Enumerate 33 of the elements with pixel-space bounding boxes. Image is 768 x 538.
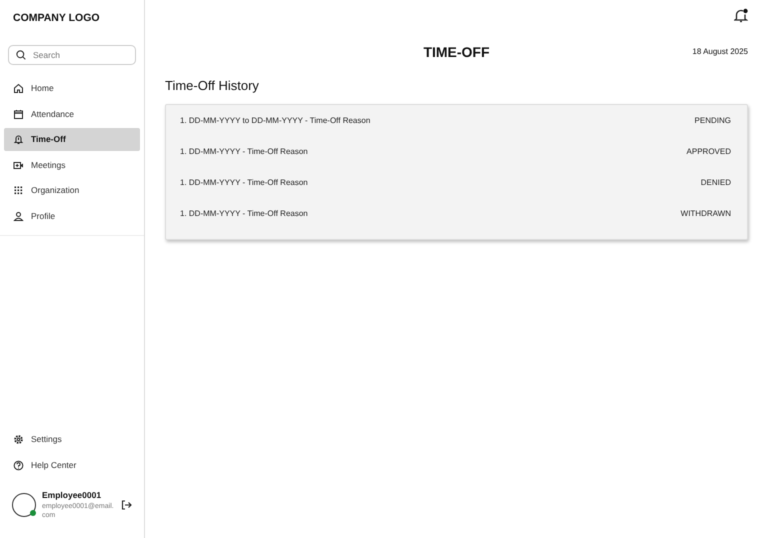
request-text: 1. DD-MM-YYYY - Time-Off Reason (180, 176, 308, 188)
grid-icon (13, 185, 24, 196)
status-label: WITHDRAWN (680, 208, 731, 220)
user-name: Employee0001 (42, 489, 102, 502)
video-camera-icon (13, 160, 24, 170)
date-label: 18 August 2025 (692, 46, 748, 58)
search-field[interactable]: Search (8, 45, 136, 65)
bell-icon (13, 134, 24, 145)
nav-item[interactable]: Attendance (4, 102, 140, 126)
request-text: 1. DD-MM-YYYY - Time-Off Reason (180, 208, 308, 220)
request-text: 1. DD-MM-YYYY to DD-MM-YYYY - Time-Off Reason (180, 114, 370, 126)
section-title: Time-Off History (165, 77, 260, 95)
nav-item[interactable]: Home (4, 77, 140, 100)
status-label: PENDING (694, 114, 731, 126)
company-logo: COMPANY LOGO (12, 11, 101, 26)
logout-icon[interactable] (121, 500, 132, 510)
calendar-icon (13, 108, 24, 120)
gear-icon (13, 434, 24, 446)
page-title: TIME-OFF (423, 44, 490, 60)
nav-item[interactable]: Settings (4, 428, 140, 452)
help-icon (13, 460, 24, 471)
status-label: DENIED (700, 176, 731, 188)
nav-item[interactable]: Organization (4, 179, 140, 202)
user-icon (13, 210, 24, 222)
nav-item[interactable]: Meetings (4, 154, 140, 176)
nav-item[interactable]: Profile (4, 204, 140, 228)
nav-item[interactable]: Help Center (4, 454, 140, 477)
notification-bell-icon[interactable] (734, 8, 748, 23)
status-label: APPROVED (686, 146, 731, 158)
search-icon (16, 50, 26, 60)
home-icon (13, 83, 24, 94)
nav-item[interactable]: Time-Off (4, 128, 140, 151)
request-text: 1. DD-MM-YYYY - Time-Off Reason (180, 146, 308, 158)
